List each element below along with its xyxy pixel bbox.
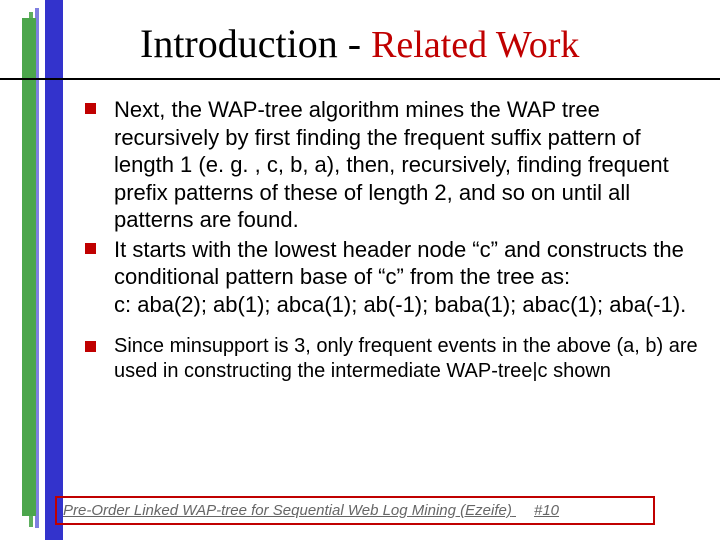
slide-title: Introduction - Related Work bbox=[140, 20, 700, 67]
deco-bar bbox=[22, 18, 36, 516]
deco-bar bbox=[45, 0, 63, 540]
list-item: Since minsupport is 3, only frequent eve… bbox=[85, 334, 705, 384]
square-bullet-icon bbox=[85, 103, 96, 114]
footer-box: Pre-Order Linked WAP-tree for Sequential… bbox=[55, 496, 655, 525]
title-part1: Introduction - bbox=[140, 21, 371, 66]
title-underline bbox=[0, 78, 720, 80]
square-bullet-icon bbox=[85, 341, 96, 352]
list-item: It starts with the lowest header node “c… bbox=[85, 236, 705, 319]
side-decoration bbox=[22, 0, 64, 540]
bullet-text: It starts with the lowest header node “c… bbox=[114, 236, 705, 319]
bullet-text: Since minsupport is 3, only frequent eve… bbox=[114, 334, 705, 384]
bullet-text: Next, the WAP-tree algorithm mines the W… bbox=[114, 96, 705, 234]
footer-text: Pre-Order Linked WAP-tree for Sequential… bbox=[63, 502, 512, 519]
square-bullet-icon bbox=[85, 243, 96, 254]
page-number: #10 bbox=[534, 502, 559, 519]
title-part2: Related Work bbox=[371, 24, 579, 66]
content-area: Next, the WAP-tree algorithm mines the W… bbox=[85, 96, 705, 386]
list-item: Next, the WAP-tree algorithm mines the W… bbox=[85, 96, 705, 234]
